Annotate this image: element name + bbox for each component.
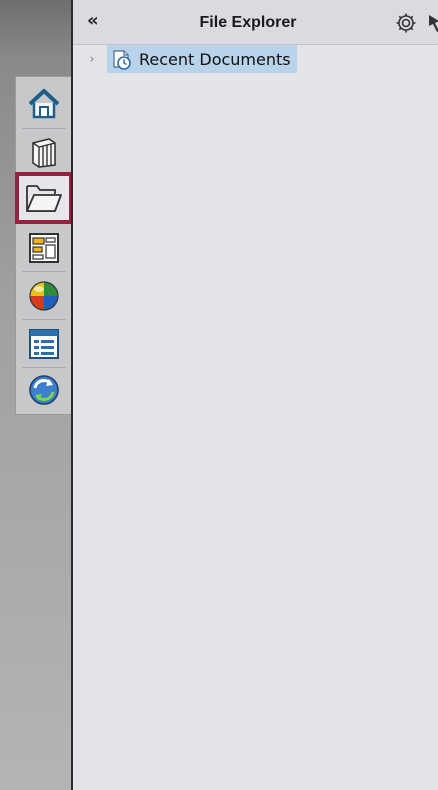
home-icon xyxy=(28,89,60,119)
collapse-panel-button[interactable]: « xyxy=(87,12,99,30)
design-library-icon xyxy=(29,233,59,263)
library-icon xyxy=(32,138,56,168)
task-pane-tab-strip xyxy=(15,76,73,415)
folder-open-icon xyxy=(26,185,62,212)
tab-divider xyxy=(22,319,66,320)
tab-library[interactable] xyxy=(18,129,70,175)
pin-icon[interactable] xyxy=(425,12,438,34)
tab-home[interactable] xyxy=(18,81,70,127)
custom-properties-icon xyxy=(29,329,59,359)
tab-custom-properties[interactable] xyxy=(18,321,70,367)
refresh-icon xyxy=(29,375,59,405)
expand-arrow-icon[interactable]: › xyxy=(85,49,99,69)
tab-design-library[interactable] xyxy=(18,225,70,271)
tab-divider xyxy=(22,271,66,272)
recent-documents-icon xyxy=(113,50,131,70)
tree-item-recent-documents[interactable]: › Recent Documents xyxy=(85,45,297,73)
panel-title-bar: « File Explorer xyxy=(73,0,438,45)
tab-appearances[interactable] xyxy=(18,273,70,319)
file-explorer-panel: « File Explorer › Recent Documents xyxy=(71,0,438,790)
tree-node[interactable]: Recent Documents xyxy=(107,45,297,73)
tab-file-explorer[interactable] xyxy=(15,172,73,224)
tree-item-label: Recent Documents xyxy=(139,49,291,69)
appearances-icon xyxy=(29,281,59,311)
gear-icon[interactable] xyxy=(395,12,417,34)
panel-title: File Explorer xyxy=(199,14,297,31)
tab-refresh[interactable] xyxy=(18,367,70,413)
